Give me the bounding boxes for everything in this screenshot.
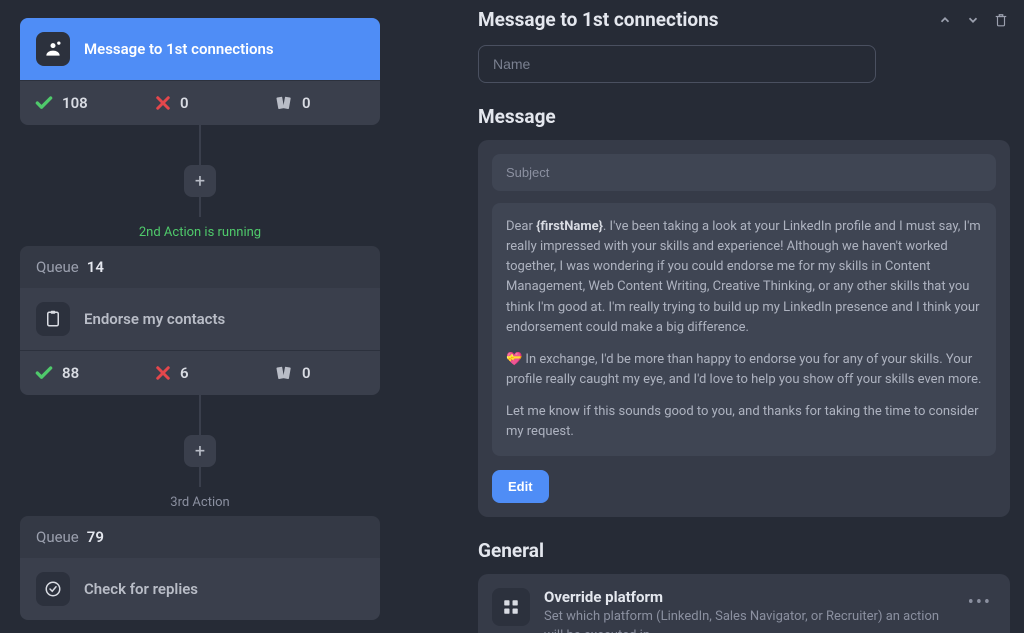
clipboard-icon	[36, 302, 70, 336]
add-step-button[interactable]: +	[184, 435, 216, 467]
check-icon	[34, 93, 54, 113]
action-card-2: Endorse my contacts 88 6 0	[20, 288, 380, 395]
grid-icon	[492, 588, 530, 626]
action-title: Endorse my contacts	[84, 310, 225, 328]
message-heading: Message	[478, 105, 1010, 128]
connector-line	[199, 197, 201, 217]
reply-icon	[36, 572, 70, 606]
stats-row: 108 0 0	[20, 80, 380, 125]
message-body: Dear {firstName}. I've been taking a loo…	[492, 203, 996, 456]
action-header-endorse[interactable]: Endorse my contacts	[20, 288, 380, 350]
cards-icon	[274, 93, 294, 113]
action-title: Check for replies	[84, 580, 198, 598]
queue-header-2[interactable]: Queue 14	[20, 246, 380, 288]
override-desc: Set which platform (LinkedIn, Sales Navi…	[544, 608, 950, 633]
action-header-check-replies[interactable]: Check for replies	[20, 558, 380, 620]
detail-panel: Message to 1st connections Message Dear …	[400, 0, 1024, 633]
x-icon	[154, 364, 172, 382]
stat-other: 0	[260, 351, 380, 395]
more-options-button[interactable]: •••	[964, 588, 996, 617]
cards-icon	[274, 363, 294, 383]
message-box: Dear {firstName}. I've been taking a loo…	[478, 140, 1010, 517]
connector-line	[199, 467, 201, 487]
subject-input[interactable]	[492, 154, 996, 191]
action-card-1: Message to 1st connections 108 0 0	[20, 18, 380, 125]
workflow-column: Message to 1st connections 108 0 0 + 2nd…	[0, 0, 400, 633]
chevron-up-icon[interactable]	[936, 11, 954, 29]
override-text: Override platform Set which platform (Li…	[544, 588, 950, 633]
chevron-down-icon[interactable]	[964, 11, 982, 29]
x-icon	[154, 94, 172, 112]
check-icon	[34, 363, 54, 383]
stat-success: 88	[20, 351, 140, 395]
stat-fail: 6	[140, 351, 260, 395]
message-icon	[36, 32, 70, 66]
edit-button[interactable]: Edit	[492, 470, 549, 503]
action-3-label: 3rd Action	[170, 495, 229, 510]
name-input[interactable]	[478, 45, 876, 83]
connector-line	[199, 125, 201, 165]
action-header-message[interactable]: Message to 1st connections	[20, 18, 380, 80]
connector-line	[199, 395, 201, 435]
action-title: Message to 1st connections	[84, 40, 274, 58]
action-card-3: Check for replies	[20, 558, 380, 620]
add-step-button[interactable]: +	[184, 165, 216, 197]
queue-header-3[interactable]: Queue 79	[20, 516, 380, 558]
general-heading: General	[478, 539, 1010, 562]
stat-success: 108	[20, 81, 140, 125]
trash-icon[interactable]	[992, 11, 1010, 29]
override-title: Override platform	[544, 588, 950, 606]
stat-fail: 0	[140, 81, 260, 125]
override-row: Override platform Set which platform (Li…	[492, 588, 996, 633]
stats-row: 88 6 0	[20, 350, 380, 395]
stat-other: 0	[260, 81, 380, 125]
action-2-label: 2nd Action is running	[139, 225, 261, 240]
panel-header: Message to 1st connections	[478, 8, 1010, 31]
general-card: Override platform Set which platform (Li…	[478, 574, 1010, 633]
panel-title: Message to 1st connections	[478, 8, 926, 31]
